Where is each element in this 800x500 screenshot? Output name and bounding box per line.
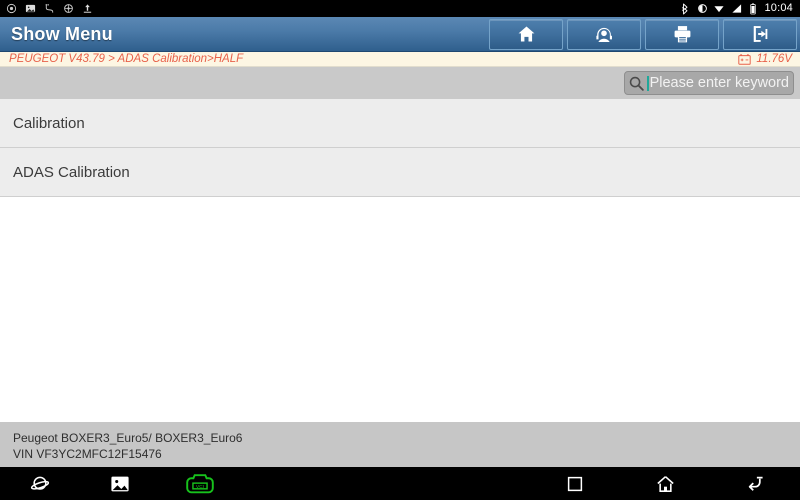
image-icon	[110, 475, 130, 493]
app-title-bar: Show Menu	[0, 17, 800, 52]
battery-voltage-icon	[738, 53, 752, 65]
upload-icon	[81, 3, 93, 15]
home-outline-icon	[655, 474, 676, 494]
home-icon	[516, 24, 537, 44]
home-button[interactable]	[489, 18, 563, 50]
breadcrumb-bar: PEUGEOT V43.79 > ADAS Calibration>HALF 1…	[0, 52, 800, 67]
app-window: 10:04 Show Menu PEUGEOT V43.79 > ADAS Ca…	[0, 0, 800, 500]
voltage-indicator: 11.76V	[738, 53, 792, 65]
search-icon	[628, 75, 645, 92]
back-arrow-icon	[745, 474, 766, 493]
brightness-icon	[696, 3, 708, 15]
svg-text:VCI: VCI	[196, 483, 204, 489]
voltage-value: 11.76V	[756, 53, 792, 65]
status-bar-right-icons: 10:04	[679, 3, 795, 15]
status-bar-left-icons	[5, 3, 93, 15]
screenshot-gallery-button[interactable]	[80, 467, 160, 500]
printer-icon	[672, 24, 693, 44]
text-caret	[646, 75, 649, 91]
search-placeholder: Please enter keyword	[649, 75, 789, 91]
settings-sync-icon	[62, 3, 74, 15]
header-toolbar	[485, 17, 800, 52]
menu-item-label: ADAS Calibration	[13, 163, 130, 181]
search-band: Please enter keyword	[0, 67, 800, 99]
recents-button[interactable]	[530, 467, 620, 500]
exit-button[interactable]	[723, 18, 797, 50]
search-input[interactable]: Please enter keyword	[623, 71, 794, 95]
vehicle-vin: VIN VF3YC2MFC12F15476	[13, 447, 162, 461]
breadcrumb: PEUGEOT V43.79 > ADAS Calibration>HALF	[9, 53, 244, 65]
square-icon	[566, 475, 584, 493]
vci-icon: VCI	[185, 473, 215, 495]
menu-list: Calibration ADAS Calibration	[0, 99, 800, 422]
back-button[interactable]	[710, 467, 800, 500]
cellular-signal-icon	[730, 3, 742, 15]
browser-button[interactable]	[0, 467, 80, 500]
menu-item-label: Calibration	[13, 114, 85, 132]
wifi-icon	[713, 3, 725, 15]
usb-debug-icon	[43, 3, 55, 15]
print-button[interactable]	[645, 18, 719, 50]
screenshot-icon	[5, 3, 17, 15]
vci-status-button[interactable]: VCI	[160, 467, 240, 500]
exit-icon	[750, 24, 771, 44]
support-button[interactable]	[567, 18, 641, 50]
battery-icon	[747, 3, 759, 15]
android-status-bar: 10:04	[0, 0, 800, 17]
menu-item-calibration[interactable]: Calibration	[0, 99, 800, 148]
gallery-icon	[24, 3, 36, 15]
planet-icon	[30, 474, 50, 494]
menu-item-adas-calibration[interactable]: ADAS Calibration	[0, 148, 800, 197]
bluetooth-icon	[679, 3, 691, 15]
android-home-button[interactable]	[620, 467, 710, 500]
status-bar-clock: 10:04	[764, 2, 793, 14]
page-title: Show Menu	[11, 23, 113, 44]
android-nav-bar: VCI	[0, 467, 800, 500]
vehicle-info-footer: Peugeot BOXER3_Euro5/ BOXER3_Euro6 VIN V…	[0, 422, 800, 467]
headset-icon	[593, 24, 615, 45]
vehicle-model: Peugeot BOXER3_Euro5/ BOXER3_Euro6	[13, 431, 243, 445]
